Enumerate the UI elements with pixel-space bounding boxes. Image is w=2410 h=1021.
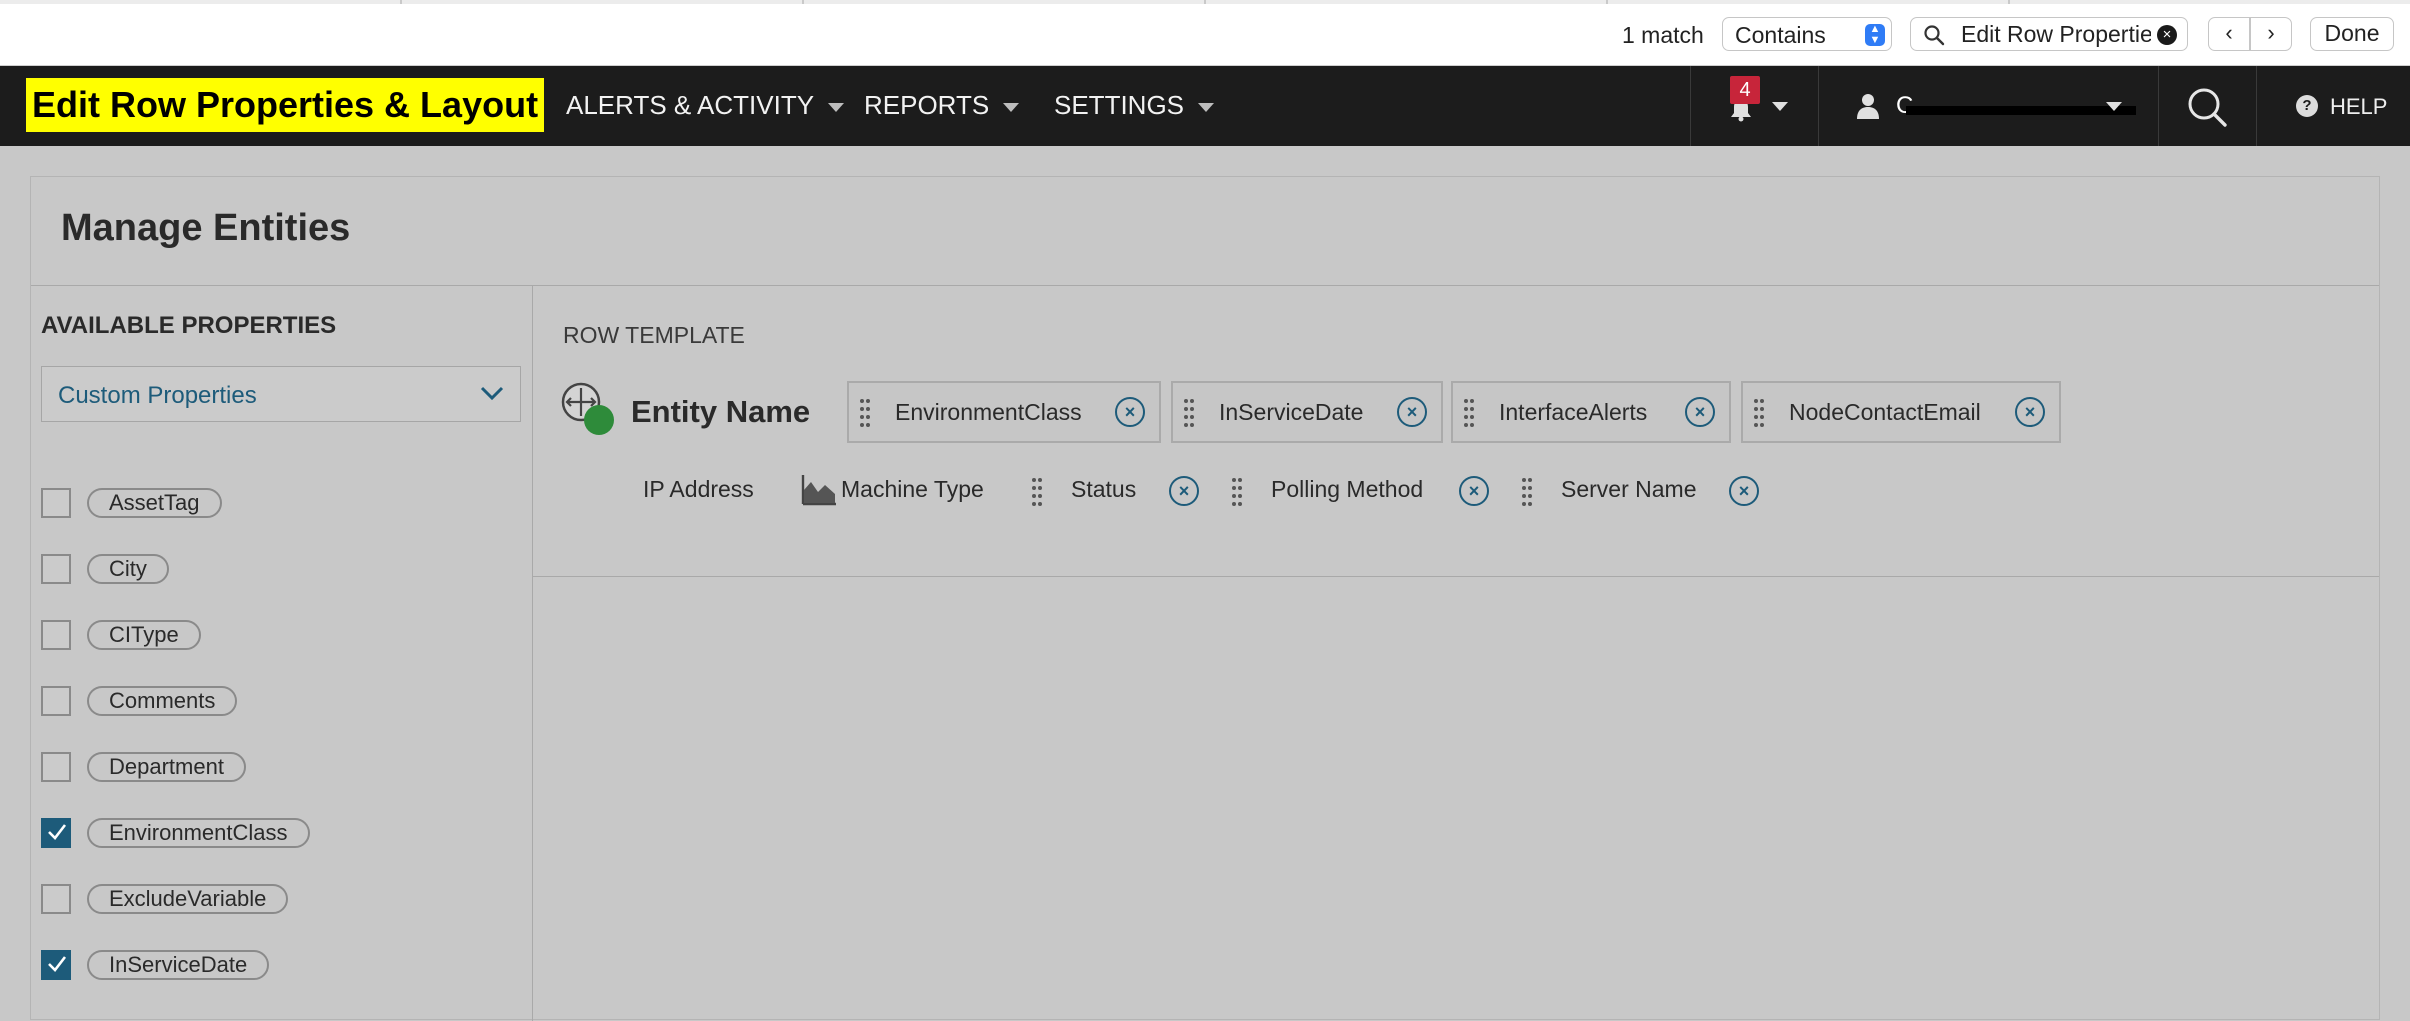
checkmark-icon: [48, 956, 67, 972]
drag-handle-icon[interactable]: [1521, 476, 1533, 508]
remove-chip-icon[interactable]: ×: [1397, 397, 1427, 427]
done-button[interactable]: Done: [2310, 17, 2394, 51]
header-divider: [2256, 66, 2257, 146]
property-label: City: [87, 554, 169, 584]
row-template-area: ROW TEMPLATE Entity Name EnvironmentClas: [533, 286, 2379, 577]
tab-separator: [1204, 0, 1206, 4]
checkbox[interactable]: [41, 620, 71, 650]
drag-handle-icon[interactable]: [1753, 397, 1765, 429]
search-icon: [1924, 25, 1945, 46]
property-label: EnvironmentClass: [87, 818, 310, 848]
chip-label: InterfaceAlerts: [1499, 399, 1648, 425]
chip-label: EnvironmentClass: [895, 399, 1082, 425]
global-search-icon[interactable]: [2186, 86, 2228, 128]
user-icon: [1857, 94, 1879, 119]
page-title: Manage Entities: [61, 207, 351, 249]
property-label: AssetTag: [87, 488, 222, 518]
page-heading-highlighted: Edit Row Properties & Layout: [26, 78, 545, 132]
user-menu-caret-icon[interactable]: [2106, 102, 2122, 111]
drag-handle-icon[interactable]: [1183, 397, 1195, 429]
dropdown-value: Custom Properties: [58, 382, 257, 409]
property-label: Department: [87, 752, 246, 782]
template-chip[interactable]: EnvironmentClass ×: [847, 381, 1161, 443]
match-mode-select[interactable]: Contains ▲ ▼: [1722, 17, 1892, 51]
find-search-field[interactable]: ×: [1910, 17, 2188, 51]
caret-down-icon: [1198, 102, 1215, 112]
help-link[interactable]: HELP: [2330, 94, 2387, 120]
header-divider: [2158, 66, 2159, 146]
drag-handle-icon[interactable]: [1031, 476, 1043, 508]
help-icon[interactable]: ?: [2296, 95, 2318, 117]
checkbox[interactable]: [41, 686, 71, 716]
remove-chip-icon[interactable]: ×: [2015, 397, 2045, 427]
drag-handle-icon[interactable]: [859, 397, 871, 429]
caret-down-icon: [1003, 102, 1020, 112]
manage-entities-panel: Manage Entities AVAILABLE PROPERTIES Cus…: [30, 176, 2380, 1021]
property-category-dropdown[interactable]: Custom Properties: [41, 366, 521, 422]
menu-label: SETTINGS: [1054, 90, 1185, 120]
previous-match-button[interactable]: ‹: [2208, 17, 2250, 51]
match-count: 1 match: [1622, 22, 1704, 48]
checkbox[interactable]: [41, 554, 71, 584]
app-header: Edit Row Properties & Layout ALERTS & AC…: [0, 66, 2410, 146]
checkbox[interactable]: [41, 488, 71, 518]
template-chip[interactable]: InterfaceAlerts ×: [1451, 381, 1731, 443]
match-mode-value: Contains: [1735, 22, 1826, 48]
chip-label: Polling Method: [1271, 476, 1424, 502]
redacted-user-name: [1906, 106, 2136, 115]
chip-label: Status: [1071, 476, 1137, 502]
notifications-caret-icon[interactable]: [1772, 102, 1788, 111]
entity-name-label: Entity Name: [631, 394, 811, 429]
checkbox-checked[interactable]: [41, 818, 71, 848]
menu-alerts-activity[interactable]: ALERTS & ACTIVITY: [566, 90, 845, 121]
drag-handle-icon[interactable]: [1231, 476, 1243, 508]
checkbox-checked[interactable]: [41, 950, 71, 980]
menu-label: REPORTS: [864, 90, 990, 120]
menu-reports[interactable]: REPORTS: [864, 90, 1020, 121]
find-bar: 1 match Contains ▲▼ × ‹ › Done: [0, 0, 2410, 66]
property-label: CIType: [87, 620, 201, 650]
tab-separator: [1606, 0, 1608, 4]
router-status-icon: [561, 382, 614, 435]
menu-settings[interactable]: SETTINGS: [1054, 90, 1215, 121]
chip-label: InServiceDate: [1219, 399, 1364, 425]
ip-address-field: IP Address: [643, 476, 754, 502]
area-chart-icon: [801, 475, 836, 506]
header-divider: [1818, 66, 1819, 146]
chevron-down-icon: [480, 386, 504, 401]
available-properties-column: AVAILABLE PROPERTIES Custom Properties A…: [31, 286, 533, 1021]
template-chip[interactable]: InServiceDate ×: [1171, 381, 1443, 443]
remove-chip-icon[interactable]: ×: [1729, 476, 1759, 506]
drag-handle-icon[interactable]: [1463, 397, 1475, 429]
template-chip[interactable]: NodeContactEmail ×: [1741, 381, 2061, 443]
select-stepper-icon: ▲ ▼: [1865, 24, 1885, 46]
property-label: InServiceDate: [87, 950, 270, 980]
notification-badge: 4: [1730, 76, 1760, 104]
chip-label: Server Name: [1561, 476, 1697, 502]
menu-label: ALERTS & ACTIVITY: [566, 90, 815, 120]
next-match-button[interactable]: ›: [2250, 17, 2292, 51]
find-search-input[interactable]: [1961, 20, 2151, 48]
panel-header: Manage Entities: [31, 177, 2379, 286]
remove-chip-icon[interactable]: ×: [1685, 397, 1715, 427]
property-label: ExcludeVariable: [87, 884, 289, 914]
header-divider: [1690, 66, 1691, 146]
clear-search-icon[interactable]: ×: [2157, 25, 2177, 45]
checkmark-icon: [48, 824, 67, 840]
machine-type-field: Machine Type: [841, 476, 984, 502]
chip-label: NodeContactEmail: [1789, 399, 1981, 425]
available-properties-heading: AVAILABLE PROPERTIES: [41, 312, 337, 339]
remove-chip-icon[interactable]: ×: [1115, 397, 1145, 427]
tab-separator: [802, 0, 804, 4]
remove-chip-icon[interactable]: ×: [1459, 476, 1489, 506]
row-template-heading: ROW TEMPLATE: [563, 322, 745, 348]
checkbox[interactable]: [41, 884, 71, 914]
caret-down-icon: [828, 102, 845, 112]
row-template-column: ROW TEMPLATE Entity Name EnvironmentClas: [533, 286, 2379, 1021]
tab-separator: [2008, 0, 2010, 4]
remove-chip-icon[interactable]: ×: [1169, 476, 1199, 506]
tab-separator: [400, 0, 402, 4]
property-label: Comments: [87, 686, 238, 716]
checkbox[interactable]: [41, 752, 71, 782]
